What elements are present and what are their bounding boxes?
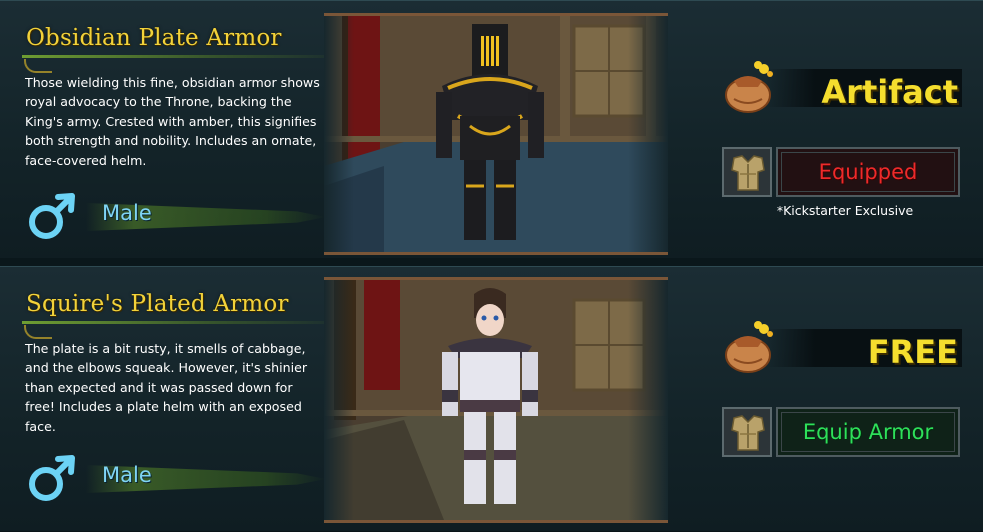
chestplate-icon: [731, 415, 765, 451]
armor-slot: [722, 407, 772, 457]
ornament-swirl: [24, 59, 52, 73]
price-label: Artifact: [821, 73, 958, 111]
character-preview: [324, 277, 668, 523]
price-row: Artifact: [722, 59, 962, 119]
ornament-swirl: [24, 325, 52, 339]
armor-list: Obsidian Plate Armor Those wielding this…: [0, 0, 983, 532]
action-row: Equipped: [722, 147, 962, 203]
armor-description: Those wielding this fine, obsidian armor…: [25, 75, 320, 168]
equipped-label: Equipped: [818, 160, 918, 184]
preview-scene: [324, 16, 668, 252]
armor-description: The plate is a bit rusty, it smells of c…: [25, 341, 308, 434]
price-row: FREE: [722, 319, 962, 379]
gender-label: Male: [102, 463, 152, 487]
armor-card: Squire's Plated Armor The plate is a bit…: [0, 266, 983, 532]
equip-armor-button[interactable]: Equip Armor: [776, 407, 960, 457]
armor-title: Squire's Plated Armor: [26, 291, 289, 317]
male-symbol-icon: [29, 193, 75, 239]
gender-indicator: Male: [26, 453, 326, 503]
armor-title: Obsidian Plate Armor: [26, 25, 282, 51]
price-bar: FREE: [766, 329, 962, 371]
armor-card: Obsidian Plate Armor Those wielding this…: [0, 0, 983, 260]
male-symbol-icon: [29, 455, 75, 501]
coin-bag-icon: [725, 321, 773, 373]
character-preview: [324, 13, 668, 255]
preview-scene: [324, 280, 668, 520]
coin-bag-icon: [725, 61, 773, 113]
title-underline: [22, 55, 352, 58]
price-bar: Artifact: [766, 69, 962, 111]
equipped-button[interactable]: Equipped: [776, 147, 960, 197]
gender-indicator: Male: [26, 191, 326, 241]
title-underline: [22, 321, 352, 324]
chestplate-icon: [731, 155, 765, 191]
equip-armor-label: Equip Armor: [802, 420, 934, 444]
card-separator: [0, 258, 983, 266]
armor-slot: [722, 147, 772, 197]
gender-label: Male: [102, 201, 152, 225]
kickstarter-note: *Kickstarter Exclusive: [776, 203, 914, 218]
action-row: Equip Armor: [722, 407, 962, 463]
price-label: FREE: [867, 333, 958, 371]
